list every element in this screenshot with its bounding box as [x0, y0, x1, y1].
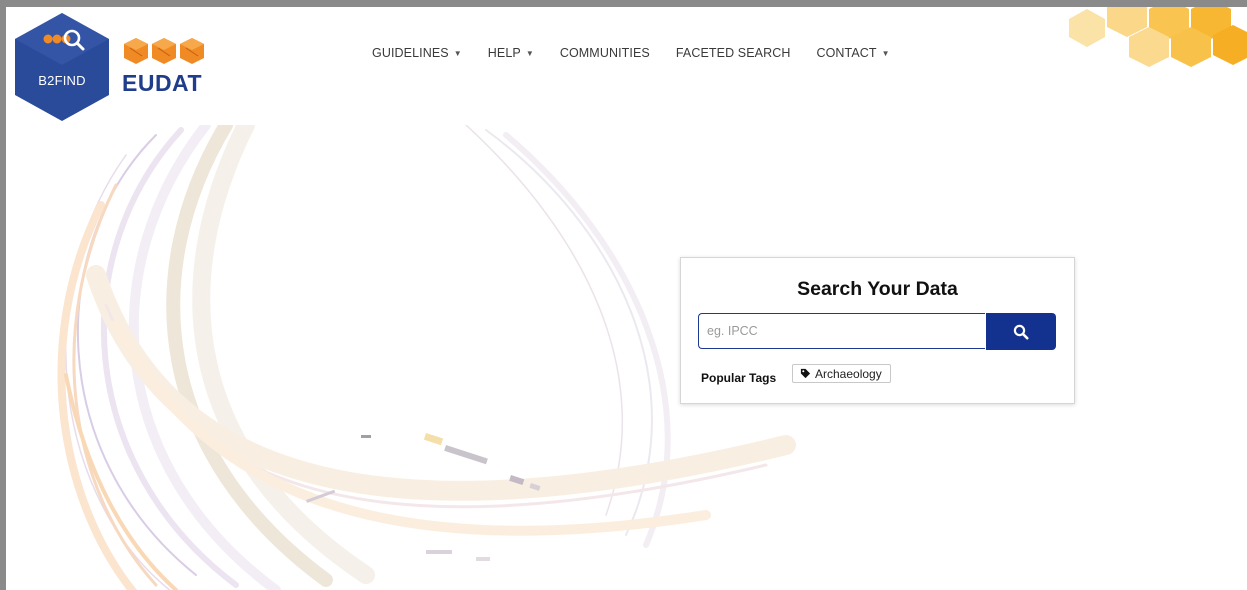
b2find-logo-text: B2FIND: [38, 73, 86, 88]
caret-down-icon: ▼: [525, 49, 534, 58]
b2find-hexagon-icon: [15, 13, 109, 121]
nav-faceted-search-label: FACETED SEARCH: [675, 46, 791, 60]
nav-guidelines[interactable]: GUIDELINES ▼: [372, 46, 462, 60]
b2find-logo[interactable]: B2FIND: [12, 11, 112, 123]
search-input[interactable]: [698, 313, 985, 349]
tag-icon: [800, 368, 811, 379]
honeycomb-decoration: [1069, 7, 1247, 67]
nav-contact[interactable]: CONTACT ▼: [816, 46, 889, 60]
popular-tags-label: Popular Tags: [701, 371, 777, 385]
search-title: Search Your Data: [797, 278, 958, 300]
tag-label: Archaeology: [815, 366, 882, 381]
nav-faceted-search[interactable]: FACETED SEARCH: [676, 46, 791, 60]
caret-down-icon: ▼: [881, 49, 890, 58]
main-nav: GUIDELINES ▼ HELP ▼ COMMUNITIES FACETED SE…: [372, 46, 916, 60]
eudat-logo[interactable]: EUDAT: [122, 36, 218, 96]
nav-help-label: HELP: [487, 46, 521, 60]
nav-help[interactable]: HELP ▼: [488, 46, 534, 60]
eudat-cubes-icon: [124, 38, 204, 64]
window-frame-top: [0, 0, 1247, 7]
search-icon: [1013, 324, 1029, 339]
nav-contact-label: CONTACT: [816, 46, 877, 60]
nav-communities-label: COMMUNITIES: [559, 46, 650, 60]
search-panel: Search Your Data Popular Tags Archaeolog…: [680, 257, 1075, 404]
nav-guidelines-label: GUIDELINES: [372, 46, 449, 60]
caret-down-icon: ▼: [453, 49, 462, 58]
search-button[interactable]: [986, 313, 1056, 350]
nav-communities[interactable]: COMMUNITIES: [560, 46, 650, 60]
eudat-logo-text: EUDAT: [122, 70, 203, 96]
tag-archaeology[interactable]: Archaeology: [792, 364, 891, 383]
